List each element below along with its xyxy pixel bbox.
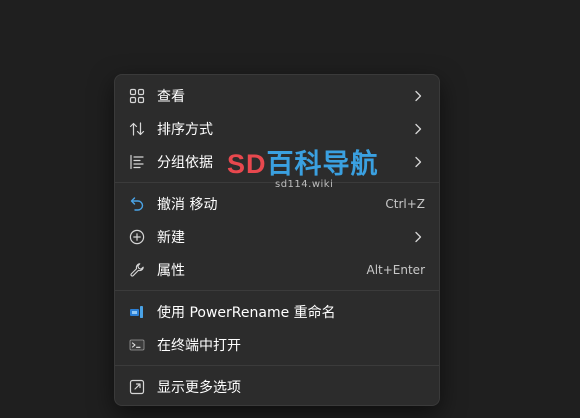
terminal-icon bbox=[129, 337, 145, 353]
sort-arrows-icon bbox=[129, 121, 145, 137]
grid-icon bbox=[129, 88, 145, 104]
menu-item-show-more-options[interactable]: 显示更多选项 bbox=[119, 370, 435, 403]
plus-circle-icon bbox=[129, 229, 145, 245]
menu-item-label: 在终端中打开 bbox=[157, 337, 241, 354]
menu-item-undo[interactable]: 撤消 移动 Ctrl+Z bbox=[119, 187, 435, 220]
menu-item-properties[interactable]: 属性 Alt+Enter bbox=[119, 253, 435, 286]
menu-item-open-in-terminal[interactable]: 在终端中打开 bbox=[119, 328, 435, 361]
chevron-right-icon bbox=[413, 231, 423, 243]
menu-item-powerrename[interactable]: 使用 PowerRename 重命名 bbox=[119, 295, 435, 328]
undo-icon bbox=[129, 196, 145, 212]
context-menu: 查看 排序方式 分组依据 撤消 移动 Ctrl+Z 新建 属性 Alt+Ente… bbox=[114, 74, 440, 406]
menu-item-label: 撤消 移动 bbox=[157, 196, 218, 213]
shortcut-text: Alt+Enter bbox=[366, 262, 425, 277]
group-list-icon bbox=[129, 154, 145, 170]
chevron-right-icon bbox=[413, 123, 423, 135]
menu-item-label: 属性 bbox=[157, 262, 185, 279]
expand-icon bbox=[129, 379, 145, 395]
menu-item-view[interactable]: 查看 bbox=[119, 79, 435, 112]
menu-item-label: 分组依据 bbox=[157, 154, 213, 171]
chevron-right-icon bbox=[413, 90, 423, 102]
menu-item-sort[interactable]: 排序方式 bbox=[119, 112, 435, 145]
menu-separator bbox=[115, 365, 439, 366]
powerrename-icon bbox=[129, 304, 145, 320]
menu-item-label: 显示更多选项 bbox=[157, 379, 241, 396]
menu-item-label: 使用 PowerRename 重命名 bbox=[157, 304, 336, 321]
chevron-right-icon bbox=[413, 156, 423, 168]
menu-item-label: 新建 bbox=[157, 229, 185, 246]
menu-separator bbox=[115, 290, 439, 291]
menu-item-group-by[interactable]: 分组依据 bbox=[119, 145, 435, 178]
menu-item-label: 排序方式 bbox=[157, 121, 213, 138]
shortcut-text: Ctrl+Z bbox=[385, 196, 425, 211]
menu-item-new[interactable]: 新建 bbox=[119, 220, 435, 253]
menu-separator bbox=[115, 182, 439, 183]
menu-item-label: 查看 bbox=[157, 88, 185, 105]
wrench-icon bbox=[129, 262, 145, 278]
